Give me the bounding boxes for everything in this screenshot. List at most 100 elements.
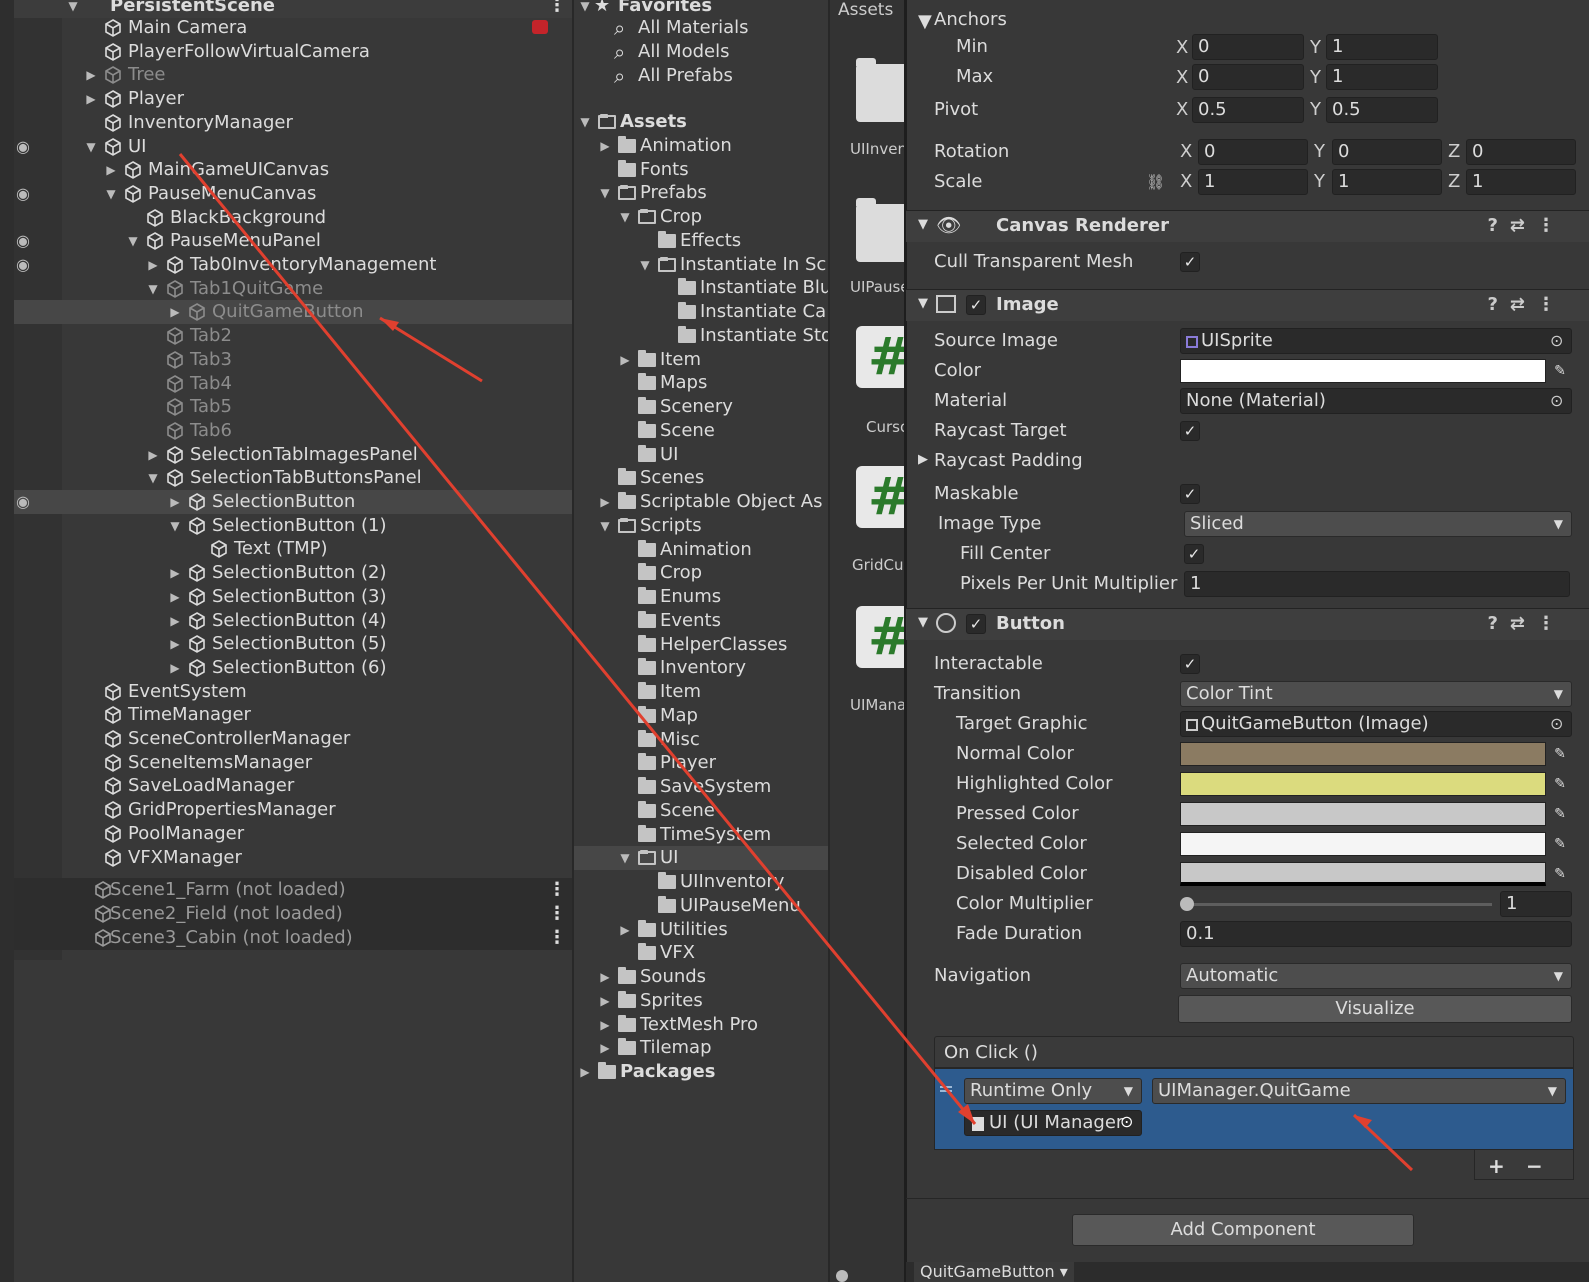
method-dropdown[interactable]: UIManager.QuitGame ▼ (1152, 1078, 1566, 1104)
hierarchy-item[interactable]: PlayerFollowVirtualCamera (14, 40, 572, 64)
hierarchy-item[interactable]: Tab5 (14, 395, 572, 419)
hierarchy-item[interactable]: ▶ QuitGameButton (14, 300, 572, 325)
drag-handle-icon[interactable] (940, 1086, 952, 1092)
transition-dropdown[interactable]: Color Tint ▼ (1180, 681, 1572, 707)
eyedropper-icon[interactable]: ✎ (1550, 744, 1570, 764)
project-folder-item[interactable]: ▶ Scriptable Object As (574, 490, 828, 514)
project-folder-item[interactable]: Scenery (574, 395, 828, 419)
hierarchy-item[interactable]: ▶ MainGameUICanvas (14, 158, 572, 182)
project-folder-item[interactable]: VFX (574, 941, 828, 965)
scale-y-field[interactable]: 1 (1332, 169, 1442, 195)
hierarchy-item[interactable]: SceneItemsManager (14, 751, 572, 775)
project-folder-item[interactable]: Maps (574, 371, 828, 395)
project-folder-item[interactable]: Player (574, 751, 828, 775)
cull-checkbox[interactable]: ✓ (1180, 252, 1200, 272)
object-picker-icon[interactable]: ⊙ (1550, 391, 1563, 410)
hierarchy-item[interactable]: ▶ SelectionButton (5) (14, 632, 572, 656)
rotation-y-field[interactable]: 0 (1332, 139, 1442, 165)
visibility-eye-icon[interactable]: ◉ (16, 253, 30, 277)
fill-center-checkbox[interactable]: ✓ (1184, 544, 1204, 564)
expand-arrow-icon[interactable]: ▶ (578, 1060, 592, 1084)
project-folder-item[interactable]: ▼ Crop (574, 205, 828, 229)
hierarchy-item[interactable]: Text (TMP) (14, 537, 572, 561)
visibility-eye-icon[interactable]: ◉ (16, 135, 30, 159)
preview-tab[interactable]: QuitGameButton ▾ (914, 1262, 1074, 1282)
component-tools-icon[interactable]: ?⇄⋮ (1487, 613, 1567, 634)
project-folder-item[interactable]: ▼ Assets (574, 110, 828, 134)
hierarchy-item[interactable]: Tab3 (14, 348, 572, 372)
project-folder-item[interactable]: ▶ Animation (574, 134, 828, 158)
project-folder-item[interactable]: ▶ Sounds (574, 965, 828, 989)
project-folder-item[interactable]: Fonts (574, 158, 828, 182)
project-folder-item[interactable]: Enums (574, 585, 828, 609)
collapse-arrow-icon[interactable]: ▼ (126, 229, 140, 253)
multiplier-field[interactable]: 1 (1500, 891, 1572, 917)
raycast-target-checkbox[interactable]: ✓ (1180, 421, 1200, 441)
hierarchy-item[interactable]: SaveLoadManager (14, 774, 572, 798)
project-folder-item[interactable]: Instantiate Sto (574, 324, 828, 348)
hierarchy-item[interactable]: Main Camera (14, 16, 572, 40)
hierarchy-item[interactable]: ▶ SelectionButton (3) (14, 585, 572, 609)
expand-arrow-icon[interactable]: ▶ (168, 656, 182, 680)
expand-arrow-icon[interactable]: ▶ (168, 561, 182, 585)
expand-arrow-icon[interactable]: ▶ (598, 1036, 612, 1060)
anchor-min-y-field[interactable]: 1 (1326, 34, 1438, 60)
selected-color-swatch[interactable] (1180, 832, 1546, 856)
foldout-arrow-icon[interactable]: ▼ (918, 217, 928, 232)
eyedropper-icon[interactable]: ✎ (1550, 834, 1570, 854)
scale-z-field[interactable]: 1 (1466, 169, 1576, 195)
multiplier-slider-track[interactable] (1184, 903, 1492, 906)
component-tools-icon[interactable]: ?⇄⋮ (1487, 215, 1567, 236)
hierarchy-item[interactable]: ▶ Tree (14, 63, 572, 87)
kebab-menu-icon[interactable]: ⋮ (548, 878, 566, 902)
hierarchy-item[interactable]: VFXManager (14, 846, 572, 870)
project-folder-item[interactable]: Instantiate Blu (574, 276, 828, 300)
image-type-dropdown[interactable]: Sliced ▼ (1184, 511, 1572, 537)
script-asset[interactable]: # (856, 466, 912, 528)
project-folder-item[interactable]: Item (574, 680, 828, 704)
hierarchy-item[interactable]: ◉ ▶ SelectionButton (14, 490, 572, 514)
zoom-slider-handle[interactable] (836, 1270, 848, 1282)
scene-row[interactable]: Scene3_Cabin (not loaded) ⋮ (14, 926, 572, 950)
anchor-max-y-field[interactable]: 1 (1326, 64, 1438, 90)
visibility-eye-icon[interactable]: ◉ (16, 229, 30, 253)
rotation-x-field[interactable]: 0 (1198, 139, 1308, 165)
runtime-dropdown[interactable]: Runtime Only ▼ (964, 1078, 1142, 1104)
project-folder-item[interactable]: UIPauseMenu (574, 894, 828, 918)
expand-arrow-icon[interactable]: ▶ (84, 87, 98, 111)
project-folder-item[interactable]: Inventory (574, 656, 828, 680)
expand-arrow-icon[interactable]: ▶ (598, 134, 612, 158)
highlighted-color-swatch[interactable] (1180, 772, 1546, 796)
collapse-arrow-icon[interactable]: ▼ (104, 182, 118, 206)
hierarchy-item[interactable]: SceneControllerManager (14, 727, 572, 751)
target-object-field[interactable]: UI (UI Manager (964, 1110, 1142, 1136)
hierarchy-item[interactable]: BlackBackground (14, 206, 572, 230)
navigation-dropdown[interactable]: Automatic ▼ (1180, 963, 1572, 989)
interactable-checkbox[interactable]: ✓ (1180, 654, 1200, 674)
project-folder-item[interactable]: ▶ Packages (574, 1060, 828, 1084)
project-folder-item[interactable]: UIInventory (574, 870, 828, 894)
hierarchy-item[interactable]: EventSystem (14, 680, 572, 704)
object-picker-icon[interactable]: ⊙ (1550, 714, 1563, 733)
project-folder-item[interactable]: Misc (574, 728, 828, 752)
pivot-x-field[interactable]: 0.5 (1192, 97, 1304, 123)
hierarchy-item[interactable]: ▶ Player (14, 87, 572, 111)
hierarchy-item[interactable]: Tab2 (14, 324, 572, 348)
normal-color-swatch[interactable] (1180, 742, 1546, 766)
add-component-button[interactable]: Add Component (1072, 1214, 1414, 1246)
hierarchy-item[interactable]: ▶ SelectionButton (4) (14, 609, 572, 633)
visualize-button[interactable]: Visualize (1178, 995, 1572, 1023)
hierarchy-item[interactable]: PoolManager (14, 822, 572, 846)
hierarchy-item[interactable]: ◉ ▼ UI (14, 135, 572, 159)
expand-arrow-icon[interactable]: ▶ (168, 490, 182, 514)
collapse-arrow-icon[interactable]: ▼ (84, 135, 98, 159)
scene-row[interactable]: Scene1_Farm (not loaded) ⋮ (14, 878, 572, 902)
anchor-max-x-field[interactable]: 0 (1192, 64, 1304, 90)
project-folder-item[interactable]: Animation (574, 538, 828, 562)
eyedropper-icon[interactable]: ✎ (1550, 361, 1570, 381)
project-folder-item[interactable]: Effects (574, 229, 828, 253)
anchor-min-x-field[interactable]: 0 (1192, 34, 1304, 60)
hierarchy-item[interactable]: ▼ SelectionButton (1) (14, 514, 572, 538)
ui-pausemenu-asset[interactable] (856, 198, 904, 262)
object-picker-icon[interactable]: ⊙ (1120, 1112, 1133, 1131)
